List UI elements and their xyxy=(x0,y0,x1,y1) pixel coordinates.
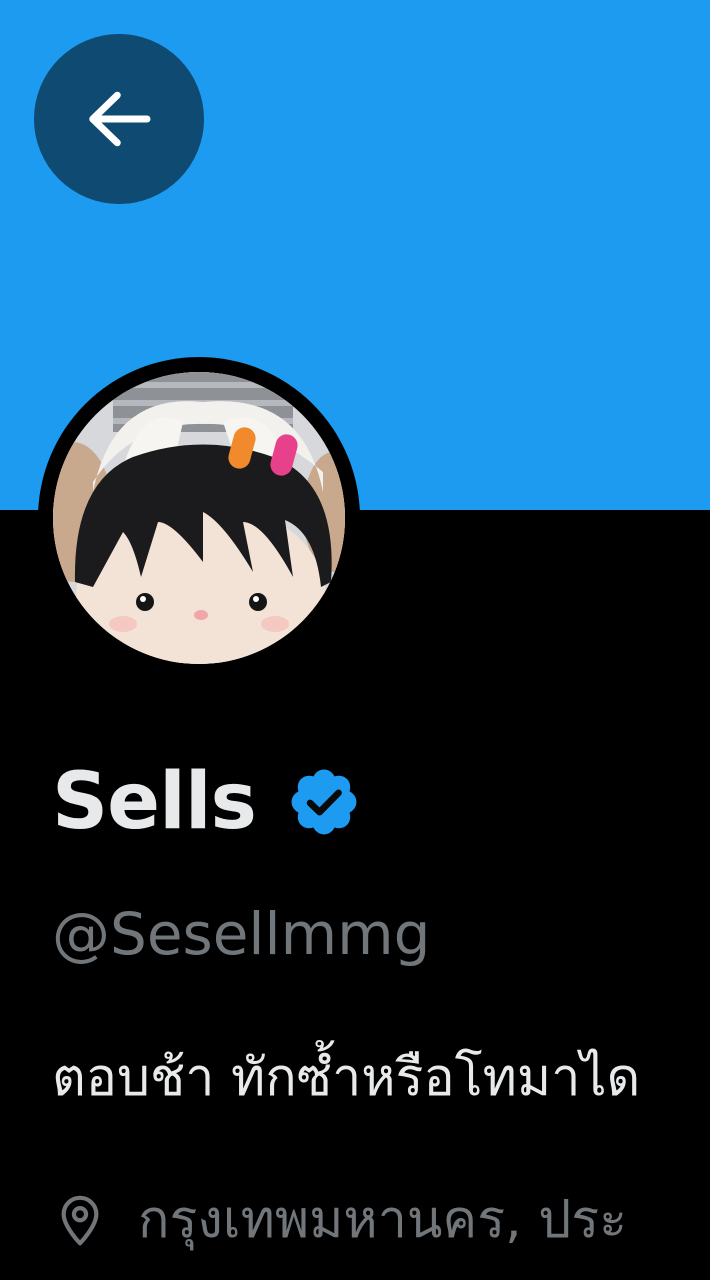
profile-bio: ตอบช้า ทักซ้ำหรือโทมาได xyxy=(52,1048,641,1108)
display-name: Sells xyxy=(52,757,257,847)
profile-location: กรุงเทพมหานคร, ประ xyxy=(52,1180,627,1260)
arrow-left-icon xyxy=(89,91,151,147)
back-button[interactable] xyxy=(34,34,204,204)
avatar[interactable] xyxy=(53,372,345,664)
location-pin-icon xyxy=(61,1195,99,1246)
profile-name-row: Sells xyxy=(52,752,362,852)
verified-badge-icon[interactable] xyxy=(286,764,362,840)
location-text: กรุงเทพมหานคร, ประ xyxy=(138,1190,628,1250)
profile-handle: @Sesellmmg xyxy=(52,900,431,968)
